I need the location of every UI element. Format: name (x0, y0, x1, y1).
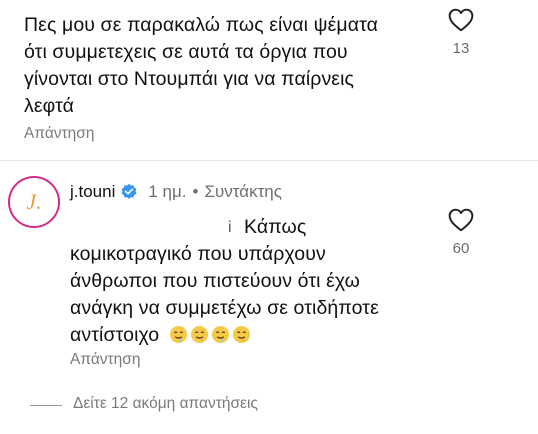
like-count: 60 (452, 240, 470, 257)
like-count: 13 (452, 40, 470, 57)
drooling-face-icon (211, 325, 229, 344)
verified-badge-icon (121, 183, 137, 199)
comment-line: αντίστοιχο (70, 322, 379, 349)
timestamp: 1 ημ. (148, 182, 187, 201)
reply-button[interactable]: Απάντηση (70, 350, 140, 370)
heart-icon[interactable] (448, 8, 474, 32)
separator-dot: • (192, 182, 199, 201)
heart-icon[interactable] (448, 208, 474, 232)
replies-connector-line (30, 405, 62, 406)
reply-text: i Κάπως κομικοτραγικό που υπάρχουν άνθρω… (70, 214, 379, 349)
reply-button[interactable]: Απάντηση (24, 124, 94, 144)
text-cursor-mark: i (228, 219, 232, 236)
comment-line: i Κάπως (70, 214, 379, 241)
drooling-face-icon (232, 325, 250, 344)
avatar[interactable]: J. (8, 176, 60, 228)
comment-text: Πες μου σε παρακαλώ πως είναι ψέματα ότι… (24, 12, 378, 120)
emoji-row (169, 325, 251, 344)
view-more-replies-button[interactable]: Δείτε 12 ακόμη απαντήσεις (73, 395, 258, 413)
comment-line-text: Κάπως (244, 216, 307, 238)
comment-line: κομικοτραγικό που υπάρχουν (70, 243, 326, 265)
comment-line: Πες μου σε παρακαλώ πως είναι ψέματα (24, 14, 379, 36)
divider (0, 160, 538, 161)
comment-line: ότι συμμετεχεις σε αυτά τα όργια που (24, 41, 348, 63)
avatar-logo: J. (13, 181, 55, 223)
drooling-face-icon (169, 325, 187, 344)
username[interactable]: j.touni (70, 182, 115, 202)
comment-line: ανάγκη να συμμετέχω σε οτιδήποτε (70, 297, 379, 319)
comment-line: γίνονται στο Ντουμπάι για να παίρνεις (24, 68, 355, 90)
comment-header: j.touni 1 ημ. • Συντάκτης (70, 182, 282, 202)
comment-line: λεφτά (24, 95, 75, 117)
drooling-face-icon (190, 325, 208, 344)
comment-line-text: αντίστοιχο (70, 324, 160, 346)
comment-line: άνθρωποι που πιστεύουν ότι έχω (70, 270, 360, 292)
author-role-label: Συντάκτης (204, 182, 282, 201)
